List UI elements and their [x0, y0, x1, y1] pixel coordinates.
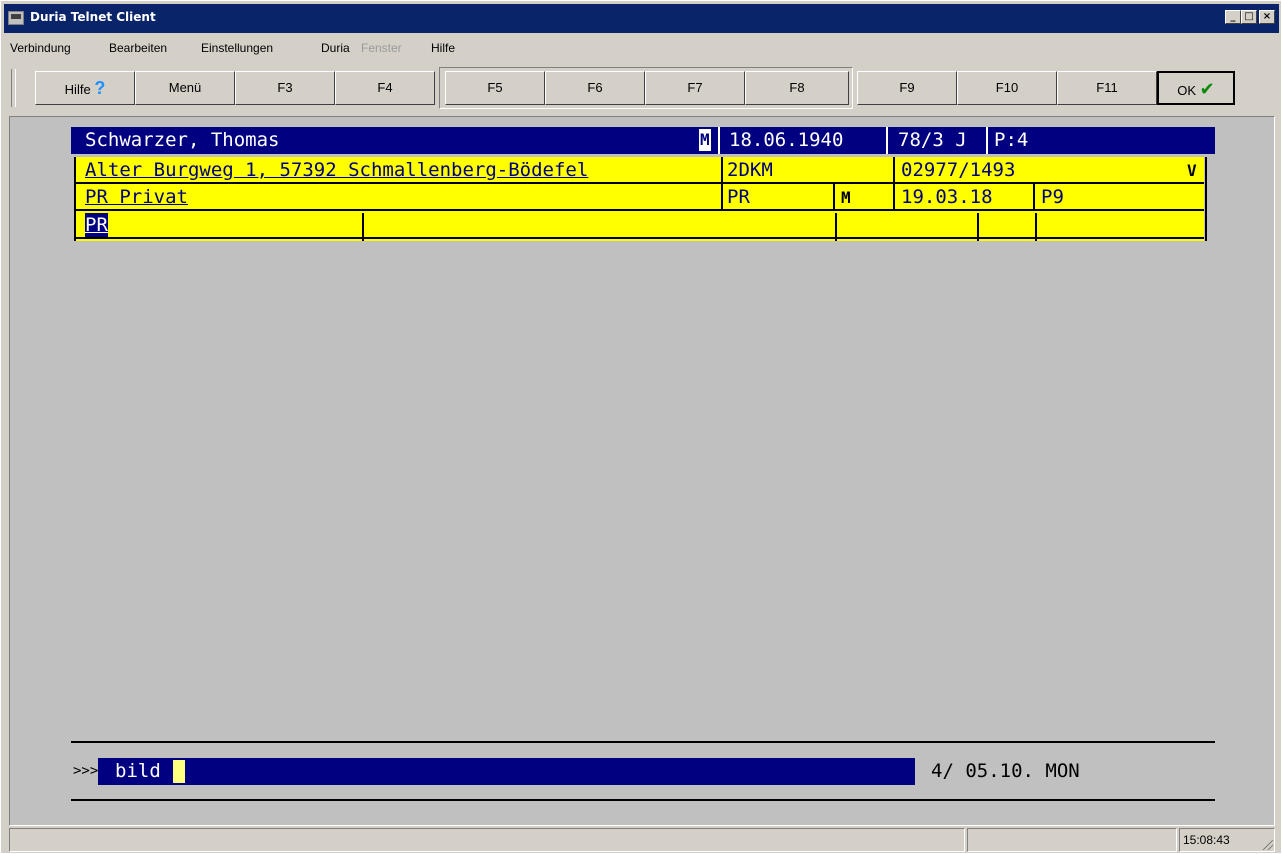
title-bar[interactable]: Duria Telnet Client _ □ ×: [4, 4, 1279, 33]
separator: [1033, 184, 1035, 209]
menu-bearbeiten[interactable]: Bearbeiten: [109, 41, 167, 55]
toolbar-grip: [11, 69, 16, 107]
f10-button[interactable]: F10: [957, 71, 1057, 105]
f6-button[interactable]: F6: [545, 71, 645, 105]
f9-button[interactable]: F9: [857, 71, 957, 105]
patient-name: Schwarzer, Thomas: [85, 129, 280, 151]
menu-hilfe[interactable]: Hilfe: [431, 41, 455, 55]
hilfe-label: Hilfe: [64, 82, 91, 97]
ok-label: OK: [1177, 83, 1197, 98]
window-title: Duria Telnet Client: [30, 10, 156, 24]
text-cursor: [173, 760, 185, 783]
separator: [76, 209, 1204, 211]
patient-v: V: [1187, 161, 1197, 180]
patient-insurance[interactable]: PR Privat: [85, 184, 188, 211]
separator: [718, 127, 720, 154]
maximize-button[interactable]: □: [1241, 10, 1257, 24]
checkmark-icon: ✔: [1199, 79, 1215, 99]
f5-button[interactable]: F5: [445, 71, 545, 105]
separator: [1205, 157, 1207, 241]
field-pr[interactable]: PR: [85, 213, 108, 237]
separator: [977, 213, 979, 241]
separator: [833, 184, 835, 209]
status-panel-main: [9, 828, 965, 852]
ok-button[interactable]: OK ✔: [1157, 71, 1235, 105]
status-time: 15:08:43: [1179, 828, 1275, 852]
close-button[interactable]: ×: [1259, 10, 1275, 24]
help-icon: ?: [94, 78, 106, 98]
command-input[interactable]: bild: [115, 758, 161, 785]
command-top-rule: [71, 741, 1215, 743]
command-bottom-rule: [71, 799, 1215, 801]
f3-button[interactable]: F3: [235, 71, 335, 105]
status-panel-2: [967, 828, 1177, 852]
menu-verbindung[interactable]: Verbindung: [10, 41, 71, 55]
telnet-window: Duria Telnet Client _ □ × Verbindung Bea…: [0, 0, 1282, 854]
insurance-date[interactable]: 19.03.18: [901, 184, 993, 211]
separator: [886, 127, 888, 154]
separator: [721, 157, 723, 209]
patient-age: 78/3 J: [898, 129, 967, 151]
menu-fenster[interactable]: Fenster: [361, 41, 402, 55]
f7-button[interactable]: F7: [645, 71, 745, 105]
menu-bar: Verbindung Bearbeiten Einstellungen Duri…: [4, 36, 1279, 58]
insurance-code[interactable]: PR: [727, 184, 750, 211]
f8-button[interactable]: F8: [745, 71, 849, 105]
f11-button[interactable]: F11: [1057, 71, 1157, 105]
patient-p: P:4: [994, 129, 1029, 151]
separator: [986, 127, 988, 154]
patient-phone[interactable]: 02977/1493: [901, 157, 1015, 184]
function-key-toolbar: Hilfe ? Menü F3 F4 F5 F6 F7 F8 F9 F10 F1…: [9, 67, 1275, 110]
separator: [74, 157, 76, 241]
separator: [1035, 213, 1037, 241]
patient-code[interactable]: 2DKM: [727, 157, 773, 184]
resize-grip-icon[interactable]: [1263, 840, 1273, 850]
separator: [835, 213, 837, 241]
minimize-button[interactable]: _: [1225, 10, 1241, 24]
app-icon[interactable]: [8, 11, 24, 25]
hilfe-button[interactable]: Hilfe ?: [35, 71, 135, 105]
menu-duria[interactable]: Duria: [321, 41, 350, 55]
patient-sex: M: [699, 129, 711, 151]
menu-einstellungen[interactable]: Einstellungen: [201, 41, 273, 55]
f4-button[interactable]: F4: [335, 71, 435, 105]
command-prompt: >>>: [73, 758, 99, 785]
command-info: 4/ 05.10. MON: [931, 760, 1080, 782]
separator: [893, 157, 895, 209]
status-bar: 15:08:43: [9, 828, 1275, 852]
command-input-bar[interactable]: [73, 758, 915, 785]
patient-birthdate: 18.06.1940: [729, 129, 844, 151]
insurance-flag: M: [841, 188, 851, 207]
separator: [362, 213, 364, 241]
insurance-p9[interactable]: P9: [1041, 184, 1064, 211]
patient-address[interactable]: Alter Burgweg 1, 57392 Schmallenberg-Böd…: [85, 157, 588, 184]
menu-button[interactable]: Menü: [135, 71, 235, 105]
